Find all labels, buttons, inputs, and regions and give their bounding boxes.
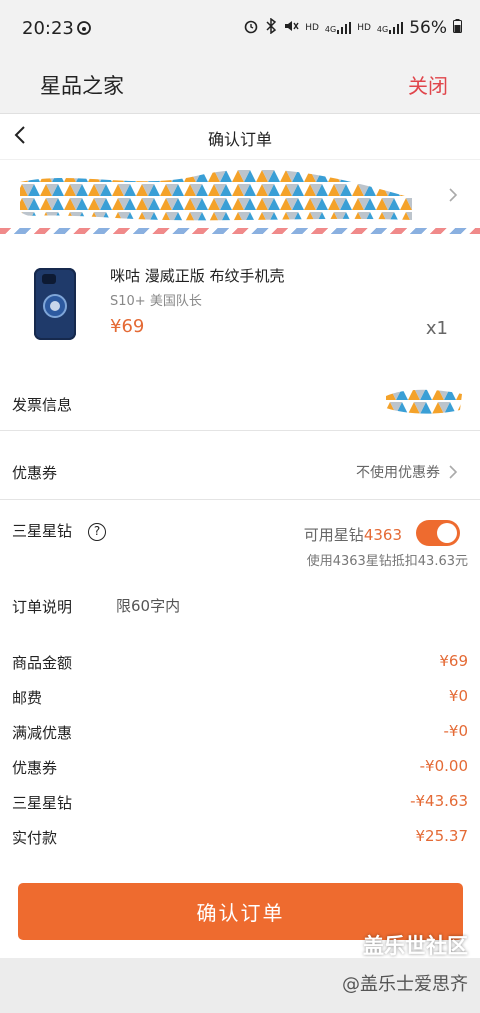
hd-icon: HD — [357, 23, 371, 33]
status-time: 20:23 — [22, 18, 74, 39]
4g-signal-icon: 4G — [377, 22, 404, 34]
summary-value-total: ¥25.37 — [415, 827, 469, 845]
watermark-title: 盖乐世社区 — [363, 934, 468, 958]
bluetooth-icon — [265, 17, 277, 38]
app-title: 星品之家 — [40, 74, 124, 98]
toggle-knob — [437, 523, 457, 543]
invoice-redaction-mask[interactable] — [384, 386, 464, 416]
address-chevron-right-icon — [448, 187, 458, 203]
help-icon[interactable]: ? — [88, 523, 106, 541]
coupon-value: 不使用优惠券 — [356, 465, 440, 481]
order-note-input[interactable] — [116, 592, 456, 620]
coupon-label: 优惠券 — [12, 464, 58, 482]
summary-label-discount: 满减优惠 — [12, 724, 73, 742]
address-redaction-mask — [16, 168, 416, 224]
watermark-handle: @盖乐士爱思齐 — [342, 974, 468, 995]
product-price: ¥69 — [110, 316, 145, 337]
summary-label-total: 实付款 — [12, 829, 58, 847]
battery-icon — [453, 19, 462, 37]
product-quantity: x1 — [425, 318, 448, 339]
summary-value-coupon: -¥0.00 — [419, 757, 468, 775]
summary-value-subtotal: ¥69 — [439, 652, 468, 670]
divider — [0, 430, 480, 431]
status-icons: HD 4G HD 4G 56% — [243, 17, 462, 38]
battery-percent: 56% — [409, 18, 447, 38]
summary-value-discount: -¥0 — [443, 722, 469, 740]
product-image — [34, 268, 76, 340]
product-name: 咪咕 漫威正版 布纹手机壳 — [110, 267, 285, 285]
summary-label-shipping: 邮费 — [12, 689, 43, 707]
coupon-chevron-right-icon — [448, 464, 458, 480]
diamond-toggle[interactable] — [416, 520, 460, 546]
diamond-available-prefix: 可用星钻 — [303, 526, 364, 544]
alarm-icon — [243, 18, 259, 38]
summary-label-coupon: 优惠券 — [12, 759, 58, 777]
diamond-available-count: 4363 — [363, 526, 402, 544]
invoice-label: 发票信息 — [12, 396, 73, 414]
page-title: 确认订单 — [207, 130, 272, 149]
diamond-label: 三星星钻 — [12, 522, 73, 540]
product-variant: S10+ 美国队长 — [110, 294, 202, 309]
4g-signal-icon: 4G — [325, 22, 352, 34]
diamond-description: 使用4363星钻抵扣43.63元 — [306, 554, 468, 569]
summary-label-diamond: 三星星钻 — [12, 794, 73, 812]
summary-value-shipping: ¥0 — [448, 687, 468, 705]
order-note-label: 订单说明 — [12, 598, 73, 616]
divider — [0, 499, 480, 500]
close-button[interactable]: 关闭 — [408, 70, 448, 99]
back-arrow-icon[interactable] — [12, 124, 30, 146]
mute-icon — [283, 18, 299, 38]
sync-icon — [76, 20, 92, 40]
hd-icon: HD — [305, 23, 319, 33]
diamond-available: 可用星钻4363 — [304, 524, 402, 545]
summary-label-subtotal: 商品金额 — [12, 654, 73, 672]
summary-value-diamond: -¥43.63 — [410, 792, 468, 810]
